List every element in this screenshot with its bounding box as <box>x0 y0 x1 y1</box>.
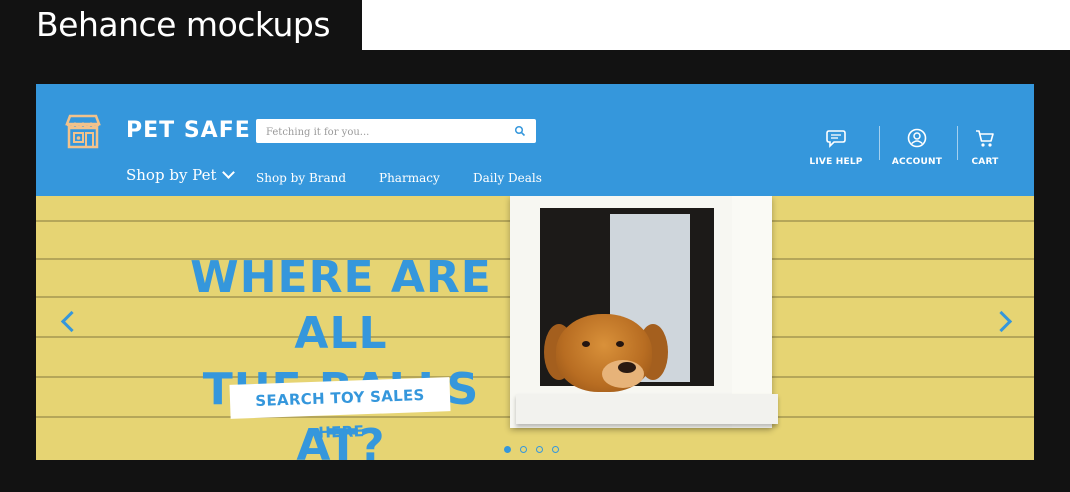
carousel-dot[interactable] <box>520 446 527 453</box>
website-mockup: PET SAFE Shop by Pet Shop by Brand Pharm… <box>36 84 1034 460</box>
dog-eye <box>582 341 590 347</box>
search-input[interactable] <box>264 122 508 142</box>
dog-nose <box>618 362 636 373</box>
hero-banner: WHERE ARE ALL THE BALLS AT? SEARCH TOY S… <box>36 196 1034 460</box>
carousel-dot[interactable] <box>552 446 559 453</box>
site-header: PET SAFE Shop by Pet Shop by Brand Pharm… <box>36 84 1034 196</box>
carousel-dots <box>504 440 568 458</box>
live-help-label: LIVE HELP <box>809 157 863 167</box>
divider <box>879 126 880 160</box>
dog-eye <box>616 341 624 347</box>
search-icon[interactable] <box>514 125 526 137</box>
nav-daily-deals[interactable]: Daily Deals <box>473 171 542 185</box>
window-sill <box>516 394 778 424</box>
chevron-left-icon[interactable] <box>60 310 83 333</box>
store-logo-icon[interactable] <box>64 112 102 150</box>
live-help-button[interactable]: LIVE HELP <box>801 128 871 169</box>
brand-name[interactable]: PET SAFE <box>126 118 251 143</box>
mockup-caption: Behance mockups <box>0 0 362 50</box>
carousel-dot[interactable] <box>536 446 543 453</box>
nav-pharmacy[interactable]: Pharmacy <box>379 171 440 185</box>
nav-shop-by-pet[interactable]: Shop by Pet <box>126 166 235 184</box>
chat-bubble-icon <box>826 130 846 148</box>
cart-label: CART <box>971 157 999 167</box>
nav-shop-by-pet-label: Shop by Pet <box>126 166 217 184</box>
account-label: ACCOUNT <box>891 157 943 167</box>
nav-shop-by-brand[interactable]: Shop by Brand <box>256 171 346 185</box>
chevron-right-icon[interactable] <box>990 310 1013 333</box>
account-button[interactable]: ACCOUNT <box>882 128 952 169</box>
search-bar <box>256 119 536 143</box>
user-icon <box>907 128 927 148</box>
cart-icon <box>976 130 994 147</box>
chevron-down-icon <box>221 166 235 179</box>
cart-button[interactable]: CART <box>950 128 1020 169</box>
carousel-dot[interactable] <box>504 446 511 453</box>
caption-banner <box>362 0 1070 50</box>
